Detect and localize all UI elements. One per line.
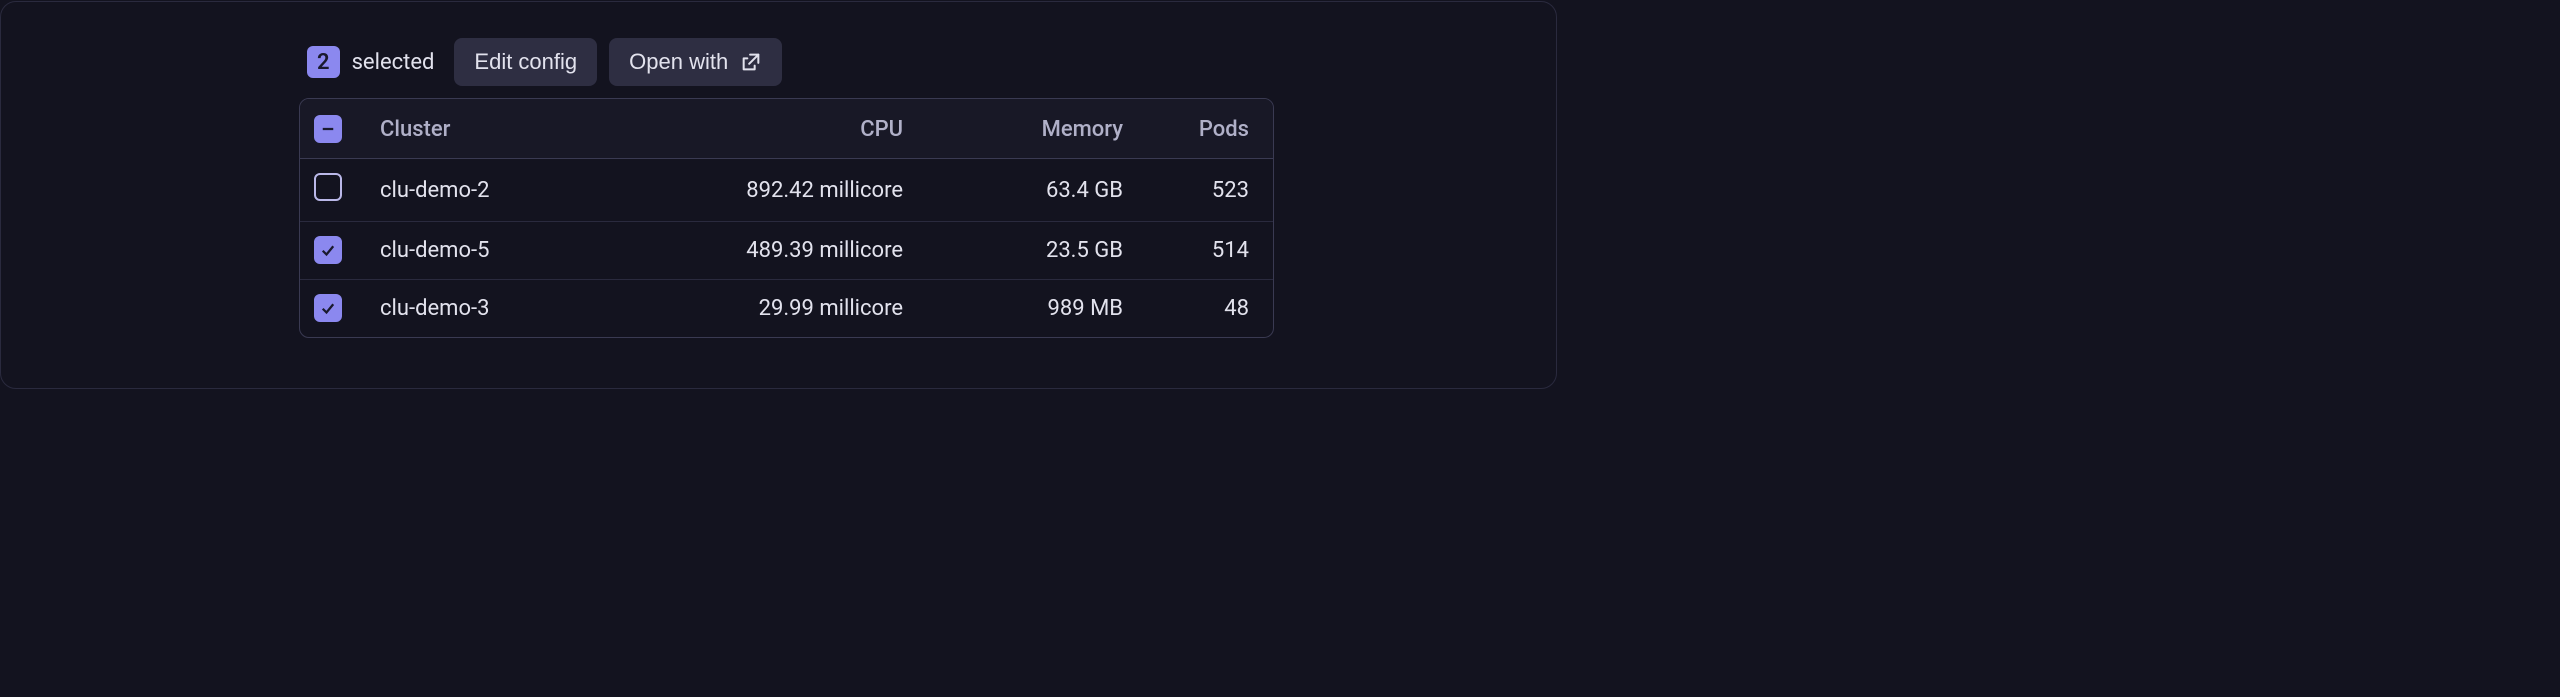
- cell-cpu: 29.99 millicore: [663, 280, 923, 338]
- table-row[interactable]: clu-demo-2 892.42 millicore 63.4 GB 523: [300, 159, 1273, 222]
- cluster-table-container: Cluster CPU Memory Pods clu-demo-2 892.4…: [299, 98, 1274, 338]
- header-cpu[interactable]: CPU: [663, 99, 923, 159]
- header-pods[interactable]: Pods: [1143, 99, 1273, 159]
- cluster-panel: 2 selected Edit config Open with: [0, 1, 1557, 389]
- selection-label: selected: [352, 50, 435, 75]
- select-all-checkbox[interactable]: [314, 115, 342, 143]
- cell-cluster: clu-demo-2: [360, 159, 663, 222]
- selection-count-badge: 2: [307, 46, 340, 78]
- open-with-button[interactable]: Open with: [609, 38, 782, 86]
- cell-memory: 63.4 GB: [923, 159, 1143, 222]
- header-checkbox-cell: [300, 99, 360, 159]
- cell-pods: 523: [1143, 159, 1273, 222]
- cell-cluster: clu-demo-5: [360, 222, 663, 280]
- cell-pods: 514: [1143, 222, 1273, 280]
- cell-cpu: 892.42 millicore: [663, 159, 923, 222]
- row-checkbox[interactable]: [314, 294, 342, 322]
- open-with-label: Open with: [629, 49, 728, 75]
- row-checkbox[interactable]: [314, 173, 342, 201]
- indeterminate-icon: [319, 120, 337, 138]
- table-body: clu-demo-2 892.42 millicore 63.4 GB 523 …: [300, 159, 1273, 338]
- check-icon: [319, 299, 337, 317]
- selection-toolbar: 2 selected Edit config Open with: [307, 38, 1556, 86]
- cell-pods: 48: [1143, 280, 1273, 338]
- edit-config-button[interactable]: Edit config: [454, 38, 597, 86]
- cell-memory: 23.5 GB: [923, 222, 1143, 280]
- open-external-icon: [740, 51, 762, 73]
- table-row[interactable]: clu-demo-3 29.99 millicore 989 MB 48: [300, 280, 1273, 338]
- cell-memory: 989 MB: [923, 280, 1143, 338]
- header-memory[interactable]: Memory: [923, 99, 1143, 159]
- table-row[interactable]: clu-demo-5 489.39 millicore 23.5 GB 514: [300, 222, 1273, 280]
- cell-cpu: 489.39 millicore: [663, 222, 923, 280]
- row-checkbox[interactable]: [314, 236, 342, 264]
- check-icon: [319, 241, 337, 259]
- cell-cluster: clu-demo-3: [360, 280, 663, 338]
- header-cluster[interactable]: Cluster: [360, 99, 663, 159]
- table-header-row: Cluster CPU Memory Pods: [300, 99, 1273, 159]
- cluster-table: Cluster CPU Memory Pods clu-demo-2 892.4…: [300, 99, 1273, 337]
- edit-config-label: Edit config: [474, 49, 577, 75]
